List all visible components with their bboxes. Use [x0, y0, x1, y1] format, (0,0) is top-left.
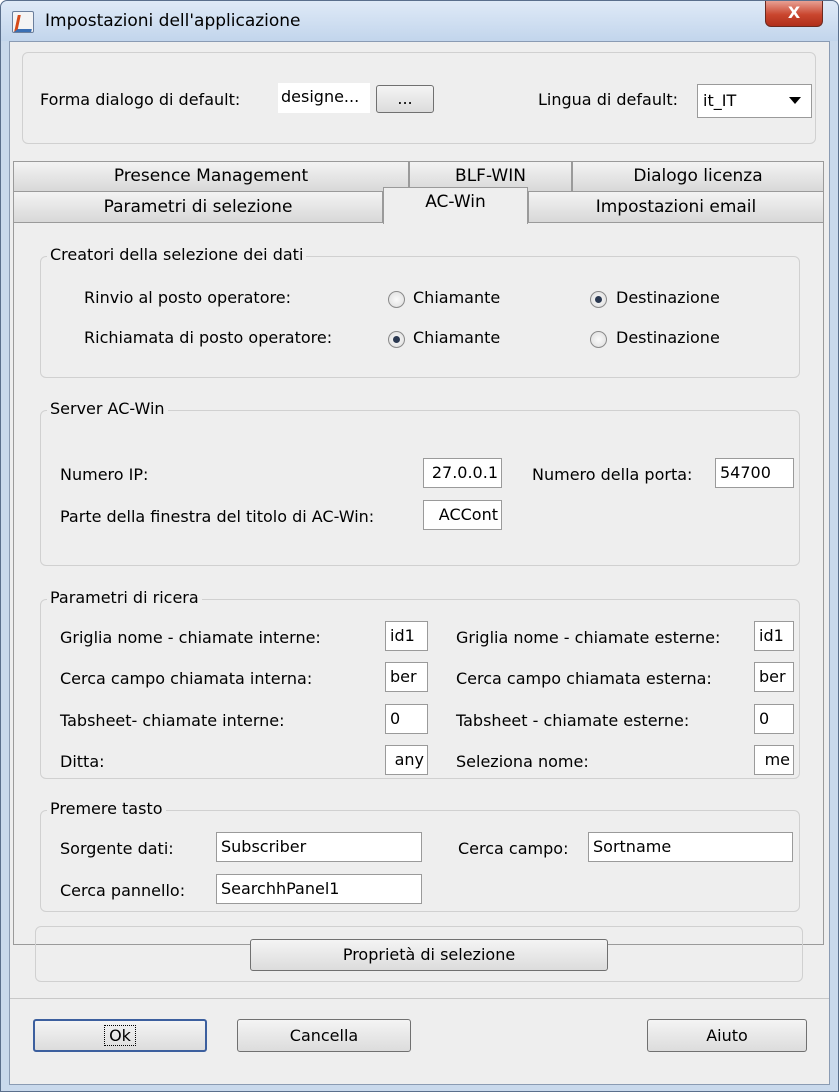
dialog-client-area: Forma dialogo di default: designe... ...… [9, 41, 830, 1085]
search-field-field[interactable]: Sortname [588, 832, 793, 862]
cancel-label: Cancella [289, 1026, 359, 1045]
default-language-select[interactable]: it_IT [697, 84, 812, 118]
default-language-value: it_IT [703, 91, 737, 110]
search-right-label: Cerca campo chiamata esterna: [456, 669, 712, 688]
default-dialog-field[interactable]: designe... [278, 83, 370, 113]
data-selection-creators-title: Creatori della selezione dei dati [47, 245, 307, 264]
search-left-field[interactable]: ber [385, 662, 428, 692]
ip-label: Numero IP: [60, 465, 149, 484]
search-panel-field[interactable]: SearchhPanel1 [216, 874, 422, 904]
search-left-field[interactable]: id1 [385, 621, 428, 651]
data-selection-creators-group [40, 256, 800, 378]
search-right-field[interactable]: id1 [754, 621, 794, 651]
tab-presence-management[interactable]: Presence Management [13, 161, 409, 191]
rinvio-chiamante-label[interactable]: Chiamante [413, 288, 500, 307]
ok-button[interactable]: Ok [33, 1019, 207, 1052]
richiamata-destinazione-label[interactable]: Destinazione [616, 328, 720, 347]
port-label: Numero della porta: [532, 465, 693, 484]
search-params-title: Parametri di ricera [47, 588, 202, 607]
application-window: Impostazioni dell'applicazione X Forma d… [0, 0, 839, 1092]
rinvio-destinazione-radio[interactable] [590, 291, 607, 308]
tab-label: Impostazioni email [595, 197, 757, 217]
ok-label: Ok [104, 1025, 136, 1046]
keypress-title: Premere tasto [47, 799, 166, 818]
data-source-field[interactable]: Subscriber [216, 832, 422, 862]
search-right-label: Seleziona nome: [456, 752, 589, 771]
title-bar[interactable]: Impostazioni dell'applicazione X [1, 1, 838, 41]
port-field[interactable]: 54700 [715, 458, 794, 488]
selection-properties-button[interactable]: Proprietà di selezione [250, 939, 608, 971]
tab-label: Parametri di selezione [103, 197, 293, 217]
selection-properties-label: Proprietà di selezione [342, 945, 516, 964]
window-title-part-field[interactable]: ACCont [423, 500, 502, 530]
search-left-label: Ditta: [60, 752, 105, 771]
close-button[interactable]: X [765, 1, 823, 27]
rinvio-label: Rinvio al posto operatore: [84, 288, 291, 307]
search-field-label: Cerca campo: [458, 839, 569, 858]
rinvio-chiamante-radio[interactable] [388, 291, 405, 308]
tab-label: Presence Management [113, 166, 309, 186]
richiamata-label: Richiamata di posto operatore: [84, 328, 333, 347]
richiamata-chiamante-label[interactable]: Chiamante [413, 328, 500, 347]
search-panel-label: Cerca pannello: [60, 881, 186, 900]
footer-separator [10, 998, 829, 999]
tab-dialogo-licenza[interactable]: Dialogo licenza [572, 161, 824, 191]
tab-label: BLF-WIN [455, 166, 526, 186]
tab-label: AC-Win [425, 192, 486, 212]
default-language-label: Lingua di default: [538, 90, 679, 109]
search-right-field[interactable]: 0 [754, 704, 794, 734]
search-left-label: Tabsheet- chiamate interne: [60, 711, 285, 730]
default-dialog-label: Forma dialogo di default: [40, 90, 241, 109]
cancel-button[interactable]: Cancella [237, 1019, 411, 1052]
tab-ac-win[interactable]: AC-Win [383, 187, 528, 224]
tab-label: Dialogo licenza [633, 166, 763, 186]
java-app-icon [12, 11, 34, 33]
tab-impostazioni-email[interactable]: Impostazioni email [528, 191, 824, 222]
help-button[interactable]: Aiuto [647, 1019, 807, 1052]
window-title-part-label: Parte della finestra del titolo di AC-Wi… [60, 507, 375, 526]
browse-button[interactable]: ... [376, 85, 434, 113]
search-left-field[interactable]: 0 [385, 704, 428, 734]
tab-parametri-di-selezione[interactable]: Parametri di selezione [13, 191, 383, 222]
search-left-label: Griglia nome - chiamate interne: [60, 628, 321, 647]
help-label: Aiuto [706, 1026, 748, 1045]
rinvio-destinazione-label[interactable]: Destinazione [616, 288, 720, 307]
server-acwin-group [40, 410, 800, 566]
search-right-field[interactable]: ber [754, 662, 794, 692]
browse-label: ... [397, 89, 413, 108]
search-left-field[interactable]: any [385, 745, 428, 775]
richiamata-destinazione-radio[interactable] [590, 331, 607, 348]
data-source-label: Sorgente dati: [60, 839, 174, 858]
close-icon: X [787, 3, 801, 22]
chevron-down-icon [789, 97, 801, 104]
server-acwin-title: Server AC-Win [47, 399, 168, 418]
search-left-label: Cerca campo chiamata interna: [60, 669, 313, 688]
search-right-field[interactable]: me [754, 745, 794, 775]
ip-field[interactable]: 27.0.0.1 [423, 458, 502, 488]
search-right-label: Tabsheet - chiamate esterne: [456, 711, 690, 730]
search-right-label: Griglia nome - chiamate esterne: [456, 628, 721, 647]
window-title: Impostazioni dell'applicazione [45, 11, 301, 31]
richiamata-chiamante-radio[interactable] [388, 331, 405, 348]
